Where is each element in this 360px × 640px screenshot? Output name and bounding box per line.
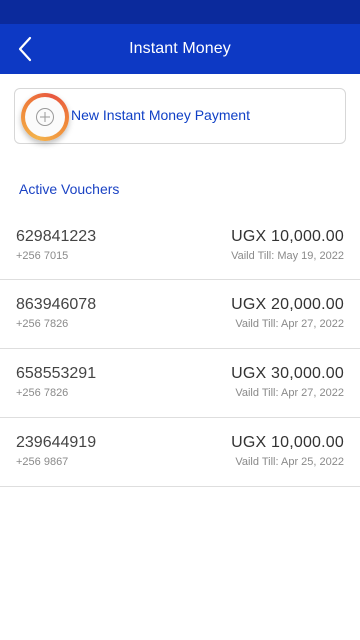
section-title: Active Vouchers — [19, 181, 120, 197]
voucher-amount: UGX 30,000.00 — [231, 365, 344, 382]
plus-circle-icon — [25, 97, 65, 137]
voucher-number: 863946078 — [16, 296, 97, 313]
status-bar — [0, 0, 360, 24]
voucher-row[interactable]: 863946078 +256 7826 UGX 20,000.00 Vaild … — [0, 280, 360, 349]
page-title: Instant Money — [129, 40, 231, 57]
app-bar: Instant Money — [0, 24, 360, 74]
voucher-number: 658553291 — [16, 365, 97, 382]
voucher-phone: +256 7826 — [16, 318, 69, 330]
voucher-list: 629841223 +256 7015 UGX 10,000.00 Vaild … — [0, 212, 360, 487]
voucher-number: 629841223 — [16, 228, 97, 245]
voucher-number: 239644919 — [16, 434, 97, 451]
new-payment-button[interactable]: New Instant Money Payment — [14, 88, 346, 144]
voucher-amount: UGX 10,000.00 — [231, 228, 344, 245]
back-button[interactable] — [8, 32, 42, 66]
voucher-amount: UGX 10,000.00 — [231, 434, 344, 451]
chevron-left-icon — [18, 36, 32, 62]
voucher-phone: +256 7015 — [16, 250, 69, 262]
voucher-phone: +256 7826 — [16, 387, 69, 399]
add-button-ring[interactable] — [21, 93, 69, 141]
voucher-row[interactable]: 658553291 +256 7826 UGX 30,000.00 Vaild … — [0, 349, 360, 418]
voucher-phone: +256 9867 — [16, 456, 69, 468]
voucher-valid-till: Vaild Till: Apr 27, 2022 — [235, 387, 344, 399]
new-payment-label: New Instant Money Payment — [71, 107, 250, 123]
voucher-valid-till: Vaild Till: Apr 25, 2022 — [235, 456, 344, 468]
voucher-amount: UGX 20,000.00 — [231, 296, 344, 313]
voucher-valid-till: Vaild Till: May 19, 2022 — [231, 250, 344, 262]
voucher-valid-till: Vaild Till: Apr 27, 2022 — [235, 318, 344, 330]
voucher-row[interactable]: 629841223 +256 7015 UGX 10,000.00 Vaild … — [0, 212, 360, 280]
voucher-row[interactable]: 239644919 +256 9867 UGX 10,000.00 Vaild … — [0, 418, 360, 487]
